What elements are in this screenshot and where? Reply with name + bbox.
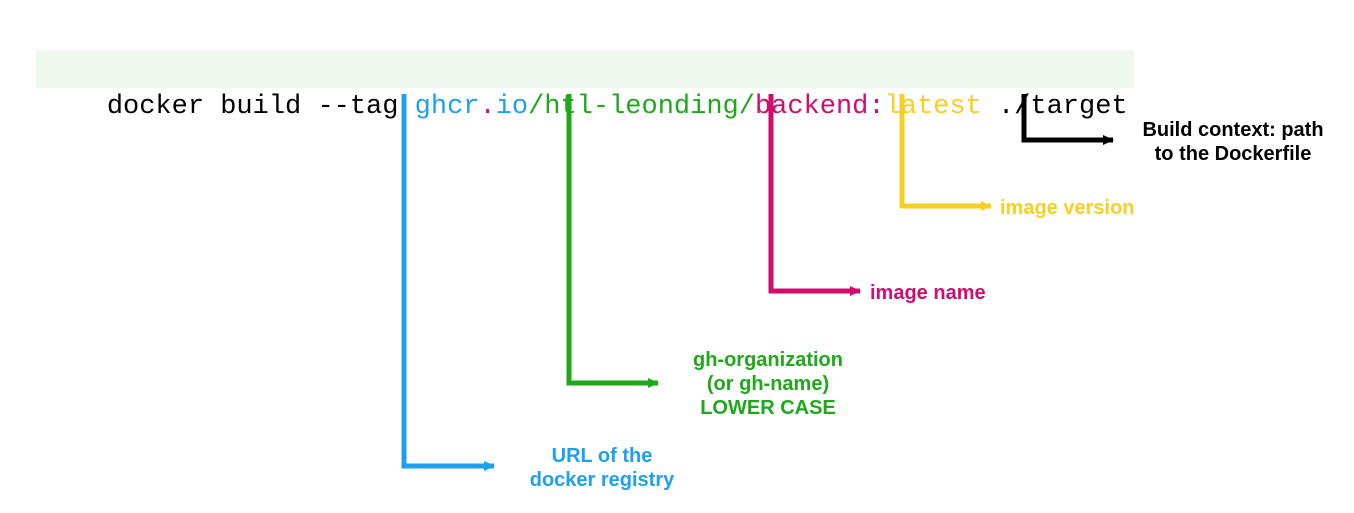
label-organization-l2: (or gh-name): [707, 373, 829, 395]
arrow-organization: [569, 94, 658, 383]
arrow-registry: [404, 94, 494, 466]
label-image-name: image name: [870, 281, 1030, 305]
label-build-context-l2: to the Dockerfile: [1155, 143, 1312, 165]
cmd-image-name: backend: [755, 92, 868, 122]
cmd-registry-tld: io: [496, 92, 528, 122]
label-organization-l3: LOWER CASE: [700, 397, 836, 419]
label-registry-l1: URL of the: [552, 445, 653, 467]
diagram-stage: docker build --tag ghcr.io/htl-leonding/…: [0, 0, 1354, 513]
cmd-suffix: ./target: [982, 92, 1128, 122]
label-registry: URL of the docker registry: [502, 444, 702, 492]
cmd-registry-host: ghcr: [415, 92, 480, 122]
label-build-context-l1: Build context: path: [1142, 119, 1323, 141]
label-organization-l1: gh-organization: [693, 349, 843, 371]
label-image-name-l1: image name: [870, 282, 986, 304]
label-image-version: image version: [1000, 196, 1170, 220]
label-image-version-l1: image version: [1000, 197, 1135, 219]
cmd-image-version: latest: [885, 92, 982, 122]
label-registry-l2: docker registry: [530, 469, 675, 491]
cmd-organization: htl-leonding: [544, 92, 738, 122]
cmd-prefix: docker build --tag: [107, 92, 415, 122]
docker-command: docker build --tag ghcr.io/htl-leonding/…: [36, 50, 1134, 88]
cmd-slash-1: /: [528, 92, 544, 122]
cmd-dot: .: [479, 92, 495, 122]
label-build-context: Build context: path to the Dockerfile: [1123, 118, 1343, 166]
cmd-colon: :: [868, 92, 884, 122]
cmd-slash-2: /: [739, 92, 755, 122]
label-organization: gh-organization (or gh-name) LOWER CASE: [668, 348, 868, 420]
